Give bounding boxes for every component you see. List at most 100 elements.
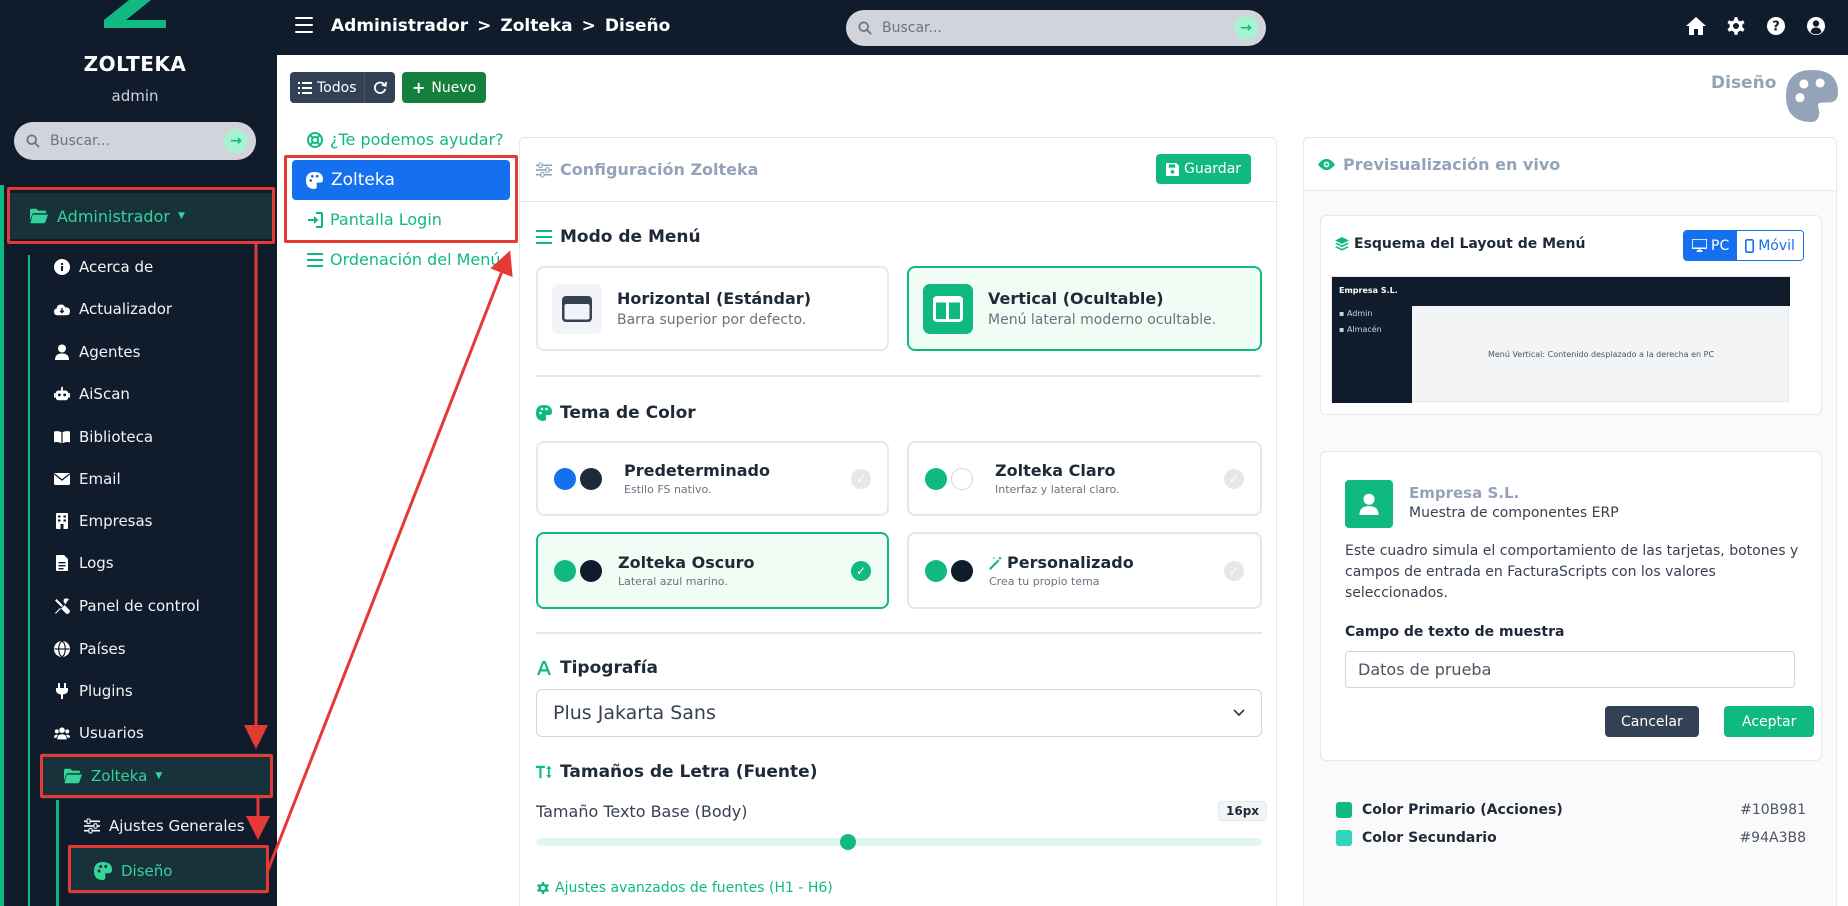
- sample-text-input[interactable]: Datos de prueba: [1345, 651, 1795, 688]
- list-icon: [298, 81, 312, 94]
- font-sizes-title: Tamaños de Letra (Fuente): [536, 762, 817, 782]
- menu-mode-vertical[interactable]: Vertical (Ocultable) Menú lateral modern…: [907, 266, 1262, 351]
- cloud-download-icon: [54, 304, 70, 316]
- sidebar-group-administrador[interactable]: Administrador ▼: [10, 193, 272, 239]
- new-button[interactable]: + Nuevo: [402, 72, 487, 103]
- color-dot: [554, 559, 576, 582]
- palette-icon: [1786, 70, 1838, 122]
- top-search[interactable]: Buscar... →: [846, 10, 1266, 46]
- check-circle-icon: ✓: [1224, 560, 1244, 581]
- toggle-pc[interactable]: PC: [1684, 231, 1738, 260]
- mini-item: ▪ Admin: [1339, 309, 1373, 318]
- breadcrumb-separator: >: [581, 16, 596, 36]
- section-title-label: Tamaños de Letra (Fuente): [560, 762, 818, 782]
- toggle-mobile[interactable]: Móvil: [1737, 231, 1803, 260]
- arrow-right-icon[interactable]: →: [224, 129, 248, 153]
- sidebar-item-ajustes-generales[interactable]: Ajustes Generales: [84, 817, 245, 835]
- sidebar-accent-line: [0, 185, 4, 906]
- sidebar-item-diseno[interactable]: Diseño: [70, 848, 266, 894]
- option-desc: Lateral azul marino.: [618, 575, 728, 588]
- sidebar-item-empresas[interactable]: Empresas: [54, 512, 153, 530]
- cancel-button[interactable]: Cancelar: [1605, 706, 1699, 737]
- hamburger-menu-icon[interactable]: [295, 17, 313, 37]
- envelope-icon: [54, 473, 70, 485]
- robot-icon: [54, 386, 70, 401]
- menu-mode-title: Modo de Menú: [536, 227, 701, 247]
- theme-predeterminado[interactable]: Predeterminado Estilo FS nativo. ✓: [536, 441, 889, 516]
- save-button[interactable]: Guardar: [1156, 154, 1252, 184]
- layout-schema-title: Esquema del Layout de Menú: [1335, 236, 1585, 252]
- window-icon: [552, 283, 602, 334]
- submenu-item-ordenacion[interactable]: Ordenación del Menú: [307, 250, 501, 269]
- font-icon: [537, 661, 551, 675]
- home-icon[interactable]: [1686, 16, 1706, 36]
- submenu-item-pantalla-login[interactable]: Pantalla Login: [307, 210, 442, 229]
- sidebar-item-label: Diseño: [121, 862, 173, 880]
- file-lines-icon: [56, 555, 68, 571]
- sidebar-item-panel-de-control[interactable]: Panel de control: [54, 597, 200, 615]
- top-search-input[interactable]: Buscar...: [882, 20, 1234, 36]
- option-desc: Barra superior por defecto.: [617, 312, 807, 328]
- accept-button[interactable]: Aceptar: [1724, 706, 1815, 737]
- color-dot: [951, 559, 973, 582]
- sidebar-sub-accent-line: [28, 255, 30, 906]
- theme-personalizado[interactable]: Personalizado Crea tu propio tema ✓: [907, 532, 1262, 609]
- sidebar-item-plugins[interactable]: Plugins: [54, 682, 133, 700]
- menu-mode-horizontal[interactable]: Horizontal (Estándar) Barra superior por…: [536, 266, 889, 351]
- color-swatch: [1336, 802, 1352, 818]
- search-icon: [858, 21, 872, 35]
- font-select[interactable]: Plus Jakarta Sans: [536, 689, 1262, 737]
- sidebar-item-usuarios[interactable]: Usuarios: [54, 724, 144, 742]
- columns-icon: [923, 283, 973, 334]
- gear-icon[interactable]: [1726, 16, 1746, 36]
- life-ring-icon: [307, 131, 323, 148]
- base-size-value: 16px: [1218, 801, 1268, 821]
- check-circle-icon: ✓: [851, 560, 871, 581]
- sidebar-item-label: Ajustes Generales: [109, 817, 245, 835]
- color-label: Color Primario (Acciones): [1362, 802, 1563, 818]
- option-desc: Crea tu propio tema: [989, 575, 1100, 588]
- sidebar-group-label: Zolteka: [91, 767, 148, 785]
- slider-thumb[interactable]: [840, 834, 857, 850]
- theme-zolteka-oscuro[interactable]: Zolteka Oscuro Lateral azul marino. ✓: [536, 532, 889, 609]
- breadcrumb: Administrador > Zolteka > Diseño: [331, 16, 670, 36]
- caret-down-icon: ▼: [155, 771, 163, 781]
- layout-schema-label: Esquema del Layout de Menú: [1354, 236, 1586, 252]
- sidebar-search[interactable]: Buscar... →: [14, 122, 256, 160]
- advanced-fonts-link[interactable]: Ajustes avanzados de fuentes (H1 - H6): [536, 880, 833, 896]
- help-link[interactable]: ¿Te podemos ayudar?: [307, 130, 504, 149]
- sidebar-item-agentes[interactable]: Agentes: [54, 343, 140, 361]
- sidebar-item-actualizador[interactable]: Actualizador: [54, 300, 172, 318]
- list-all-button[interactable]: Todos: [290, 72, 364, 103]
- sidebar-item-label: Biblioteca: [79, 428, 154, 446]
- sidebar-item-paises[interactable]: Países: [54, 640, 126, 658]
- arrow-right-icon[interactable]: →: [1234, 16, 1258, 40]
- sidebar-group-zolteka[interactable]: Zolteka ▼: [42, 753, 270, 799]
- advanced-fonts-label: Ajustes avanzados de fuentes (H1 - H6): [555, 880, 833, 896]
- sidebar-item-biblioteca[interactable]: Biblioteca: [54, 428, 153, 446]
- base-size-slider[interactable]: [536, 834, 1262, 850]
- sliders-icon: [84, 818, 100, 834]
- sample-field-label: Campo de texto de muestra: [1345, 624, 1565, 640]
- layout-schema-box: Esquema del Layout de Menú PC Móvil Empr…: [1320, 215, 1822, 415]
- sidebar-search-input[interactable]: Buscar...: [50, 133, 224, 149]
- breadcrumb-administrador[interactable]: Administrador: [331, 16, 468, 36]
- info-circle-icon: [54, 259, 70, 275]
- svg-text:?: ?: [1772, 20, 1780, 35]
- sidebar-item-aiscan[interactable]: AiScan: [54, 385, 130, 403]
- folder-open-icon: [64, 768, 82, 784]
- color-dot: [951, 467, 973, 490]
- user-circle-icon[interactable]: [1806, 16, 1826, 36]
- sidebar-item-acerca-de[interactable]: Acerca de: [54, 258, 153, 276]
- refresh-button[interactable]: [365, 72, 395, 103]
- sidebar-item-email[interactable]: Email: [54, 470, 121, 488]
- sidebar-item-logs[interactable]: Logs: [54, 554, 114, 572]
- sidebar-item-label: Países: [79, 640, 126, 658]
- toggle-pc-label: PC: [1711, 237, 1730, 254]
- breadcrumb-zolteka[interactable]: Zolteka: [500, 16, 572, 36]
- question-circle-icon[interactable]: ?: [1766, 16, 1786, 36]
- submenu-item-zolteka[interactable]: Zolteka: [292, 160, 510, 200]
- sidebar-item-label: Acerca de: [79, 258, 154, 276]
- theme-zolteka-claro[interactable]: Zolteka Claro Interfaz y lateral claro. …: [907, 441, 1262, 516]
- current-user: admin: [111, 87, 159, 105]
